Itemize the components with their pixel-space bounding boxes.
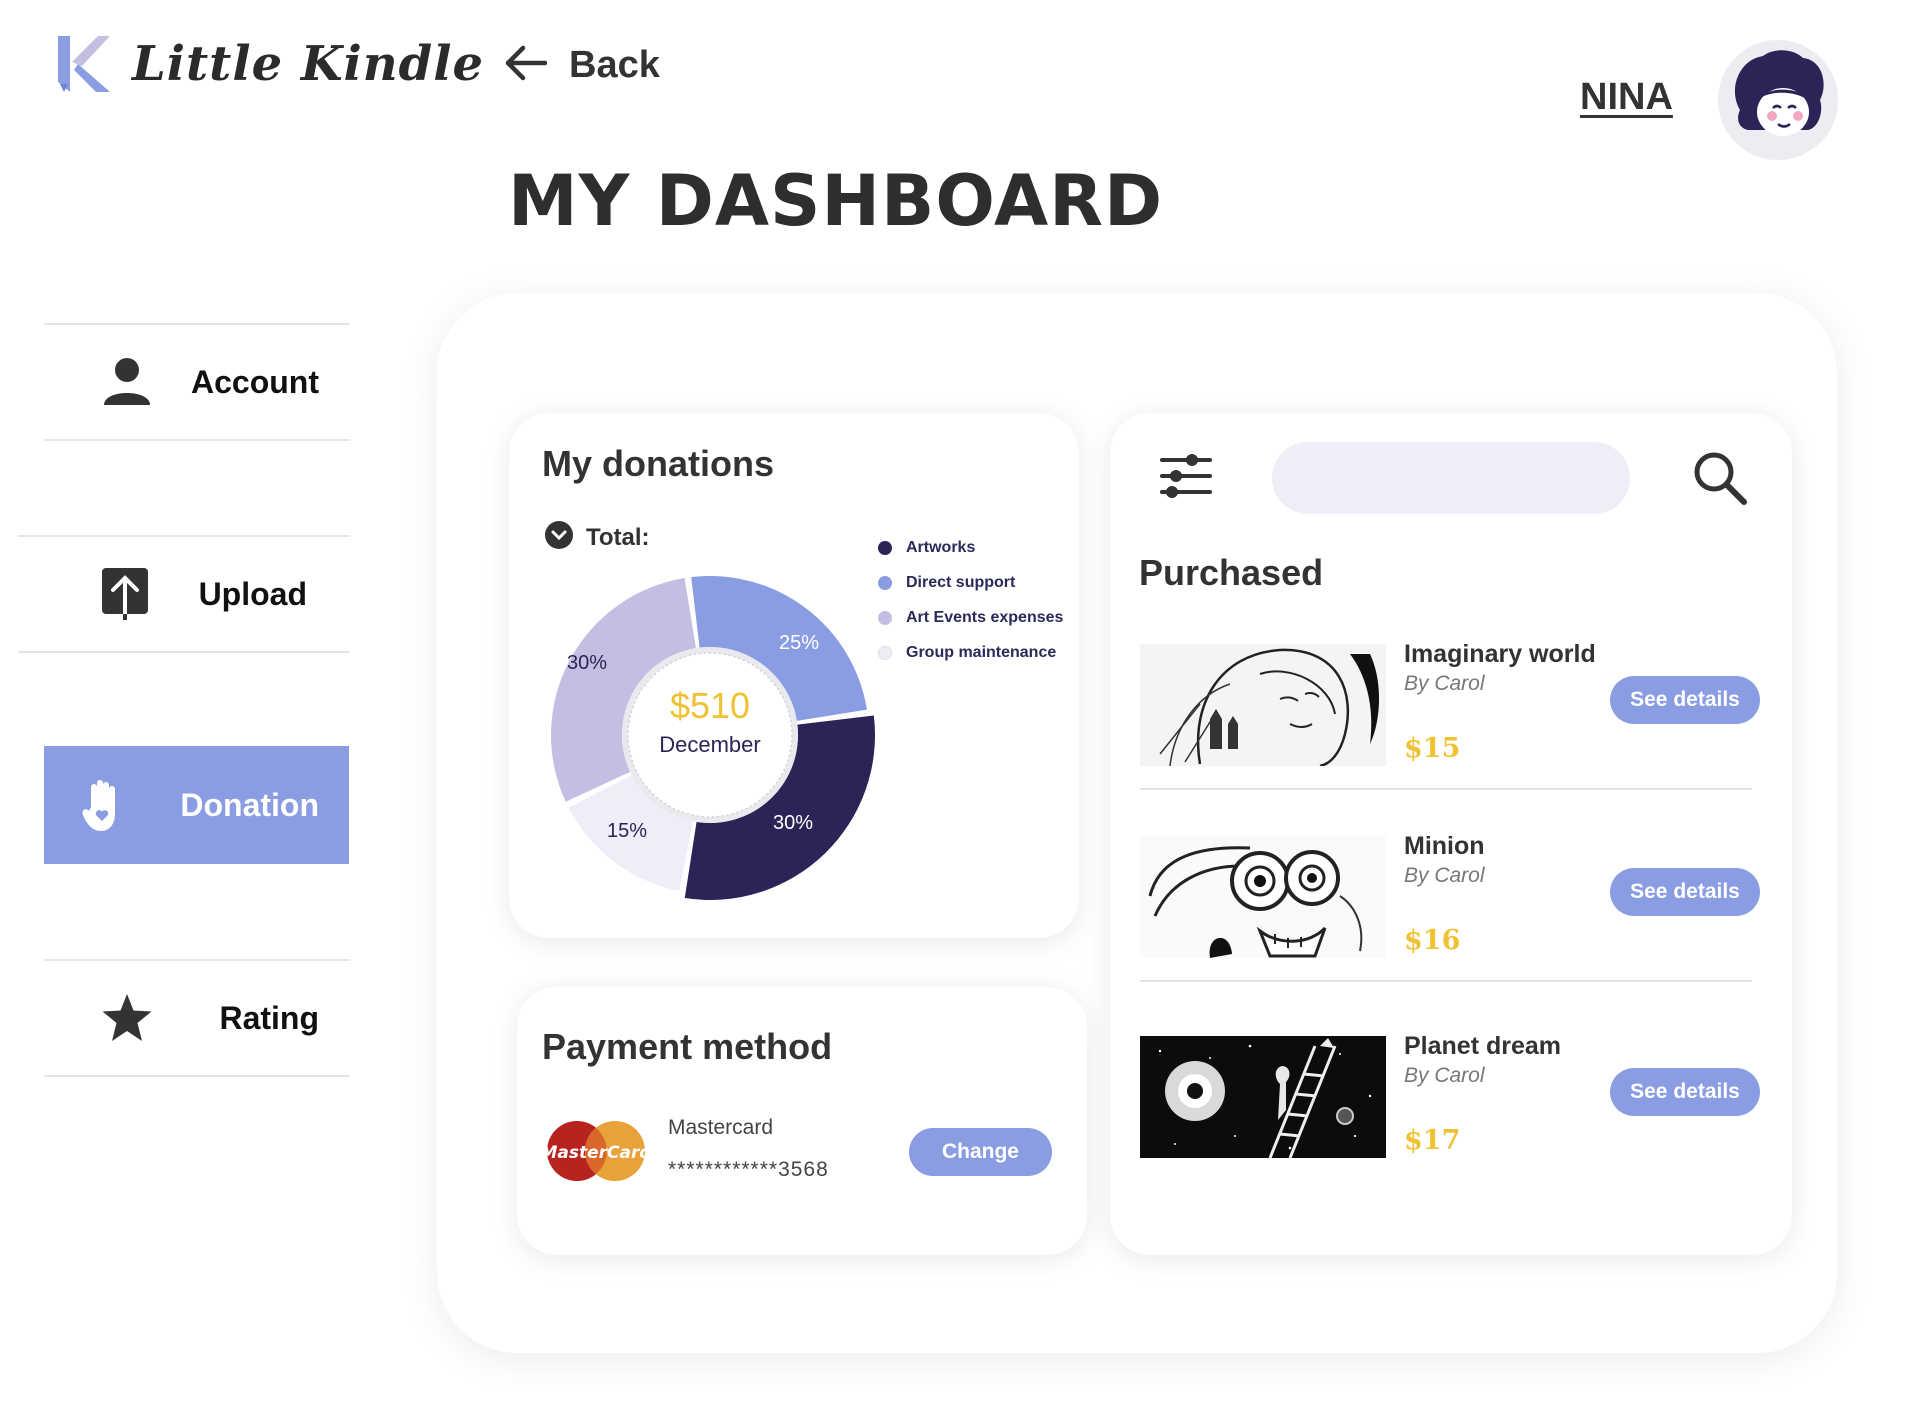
person-icon (100, 355, 154, 409)
total-dropdown[interactable]: Total: (544, 520, 650, 555)
back-button[interactable]: Back (505, 44, 660, 87)
donation-amount: $510 (669, 685, 751, 726)
total-label: Total: (586, 523, 650, 551)
item-title: Minion (1404, 832, 1485, 860)
upload-icon (98, 567, 152, 621)
chevron-down-icon (544, 520, 574, 555)
item-title: Imaginary world (1404, 640, 1596, 668)
filter-sliders-icon[interactable] (1158, 448, 1214, 509)
donations-donut-chart: $510 December 30% 25% 30% 15% (545, 570, 875, 900)
item-price: $15 (1404, 733, 1461, 764)
legend-item-direct-support: Direct support (878, 565, 1063, 600)
legend-label: Group maintenance (906, 643, 1057, 661)
legend-label: Art Events expenses (906, 608, 1064, 626)
svg-text:MasterCard: MasterCard (545, 1143, 647, 1163)
avatar[interactable] (1718, 40, 1838, 160)
item-price: $16 (1404, 925, 1461, 956)
sidebar-item-donation[interactable]: Donation (44, 746, 349, 864)
artwork-thumbnail-minion[interactable] (1140, 836, 1386, 958)
legend-dot (878, 575, 892, 590)
change-payment-button[interactable]: Change (909, 1128, 1052, 1176)
see-details-button[interactable]: See details (1610, 868, 1760, 916)
legend-label: Artworks (906, 538, 976, 556)
sidebar-item-upload[interactable]: Upload (18, 535, 349, 653)
mastercard-logo-icon: MasterCard (540, 1120, 652, 1182)
segment-label-group-maintenance: 15% (607, 820, 648, 842)
divider (1140, 788, 1752, 790)
segment-label-artworks: 30% (773, 812, 814, 834)
sidebar-item-account[interactable]: Account (44, 323, 349, 441)
donations-legend: Artworks Direct support Art Events expen… (878, 530, 1063, 670)
search-icon[interactable] (1692, 450, 1748, 511)
artwork-thumbnail-imaginary-world[interactable] (1140, 644, 1386, 766)
app-name: Little Kindle (132, 36, 484, 92)
legend-item-artworks: Artworks (878, 530, 1063, 565)
legend-item-group-maintenance: Group maintenance (878, 635, 1063, 670)
star-icon (100, 991, 154, 1045)
app-logo[interactable]: Little Kindle (58, 36, 484, 92)
item-price: $17 (1404, 1125, 1461, 1156)
legend-dot (878, 610, 892, 625)
sidebar-item-rating[interactable]: Rating (44, 959, 349, 1077)
item-title: Planet dream (1404, 1032, 1562, 1060)
purchased-title: Purchased (1139, 552, 1324, 593)
legend-dot (878, 540, 892, 555)
item-author: By Carol (1404, 672, 1485, 695)
segment-label-direct-support: 25% (779, 632, 820, 654)
divider (1140, 980, 1752, 982)
legend-label: Direct support (906, 573, 1016, 591)
page-title: MY DASHBOARD (508, 160, 1164, 242)
item-author: By Carol (1404, 1064, 1485, 1087)
artwork-thumbnail-planet-dream[interactable] (1140, 1036, 1386, 1158)
payment-title: Payment method (542, 1026, 833, 1067)
back-label: Back (569, 44, 660, 86)
donation-month: December (659, 732, 761, 757)
sidebar-item-label: Account (191, 363, 319, 400)
donations-title: My donations (542, 443, 774, 484)
legend-item-art-events: Art Events expenses (878, 600, 1063, 635)
card-number: ************3568 (668, 1158, 829, 1181)
sidebar-item-label: Rating (219, 999, 319, 1036)
card-name: Mastercard (668, 1116, 774, 1139)
segment-label-art-events: 30% (567, 652, 608, 674)
legend-dot (878, 645, 892, 660)
arrow-left-icon (505, 45, 548, 86)
search-input[interactable] (1272, 442, 1630, 514)
hand-heart-icon (78, 778, 132, 832)
user-name-link[interactable]: NINA (1580, 76, 1673, 119)
see-details-button[interactable]: See details (1610, 676, 1760, 724)
sidebar-item-label: Upload (198, 575, 307, 612)
sidebar-item-label: Donation (180, 786, 319, 823)
item-author: By Carol (1404, 864, 1485, 887)
kindle-logo-icon (58, 36, 110, 92)
see-details-button[interactable]: See details (1610, 1068, 1760, 1116)
